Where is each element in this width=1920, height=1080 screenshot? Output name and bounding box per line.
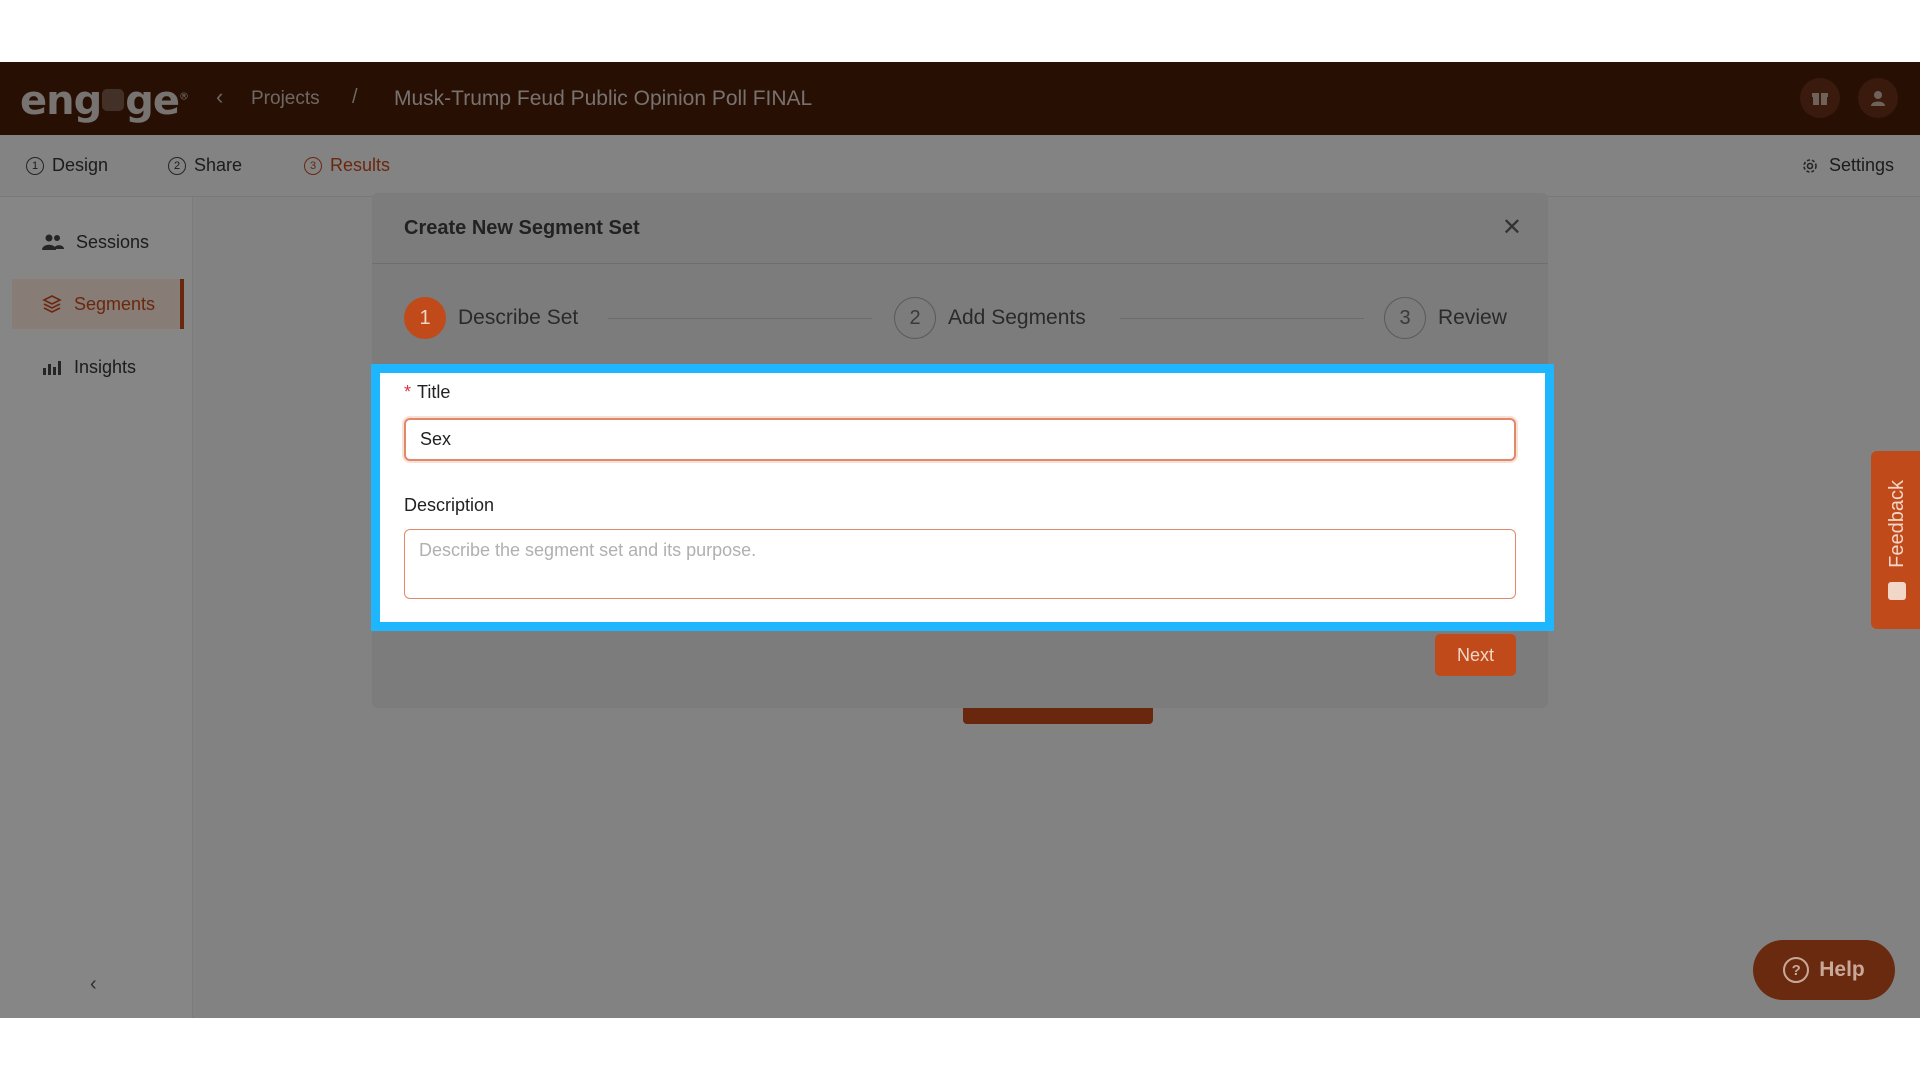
step-label: Add Segments xyxy=(948,306,1086,329)
app-root: eng ge® ‹ Projects / Musk-Trump Feud Publ… xyxy=(0,62,1920,1018)
feedback-label: Feedback xyxy=(1885,480,1908,568)
modal-title: Create New Segment Set xyxy=(404,217,640,239)
feedback-tab-content: Feedback xyxy=(1871,451,1920,629)
next-button[interactable]: Next xyxy=(1435,634,1516,676)
step-connector xyxy=(1120,318,1364,319)
describe-set-form: *Title Description xyxy=(371,364,1554,631)
step-review: 3 Review xyxy=(1384,297,1507,339)
question-icon: ? xyxy=(1783,957,1810,983)
step-number: 3 xyxy=(1384,297,1426,339)
smile-icon xyxy=(1888,581,1906,600)
step-describe-set: 1 Describe Set xyxy=(404,297,578,339)
close-icon[interactable]: ✕ xyxy=(1502,213,1522,242)
title-input[interactable] xyxy=(404,418,1516,461)
title-label: * Title xyxy=(404,382,450,403)
step-connector xyxy=(608,318,872,319)
step-label: Describe Set xyxy=(458,306,579,329)
description-textarea[interactable] xyxy=(404,529,1516,599)
help-button[interactable]: ? Help xyxy=(1753,940,1895,1000)
modal-divider xyxy=(372,263,1548,264)
step-add-segments: 2 Add Segments xyxy=(894,297,1086,339)
required-mark: * xyxy=(404,382,412,402)
title-label-text: Title xyxy=(417,382,451,402)
step-number: 1 xyxy=(404,297,446,339)
help-label: Help xyxy=(1819,958,1865,981)
step-label: Review xyxy=(1438,306,1507,329)
step-number: 2 xyxy=(894,297,936,339)
description-label: Description xyxy=(404,495,495,515)
